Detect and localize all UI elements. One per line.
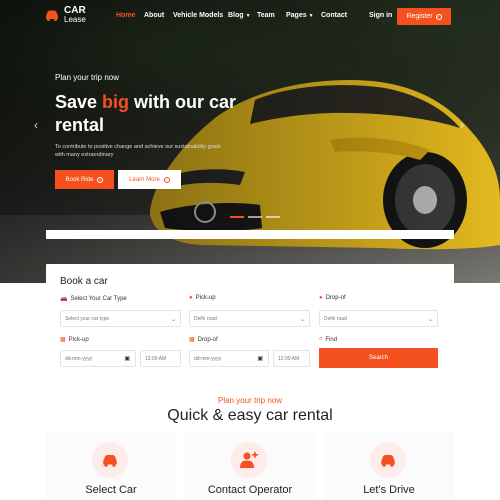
calendar-icon: ▦ (189, 337, 195, 343)
hero-section: CAR Lease Home About Vehicle Models Blog… (0, 0, 500, 283)
slider-dot[interactable] (248, 216, 262, 218)
chevron-down-icon: ▼ (245, 13, 251, 19)
hero-eyebrow: Plan your trip now (55, 73, 120, 82)
slider-next-icon[interactable]: › (460, 118, 464, 132)
book-ride-button[interactable]: Book Ride ✓ (55, 170, 114, 189)
feature-title: Select Car (85, 484, 137, 496)
search-icon: ⌕ (319, 336, 323, 342)
signin-link[interactable]: Sign in (369, 12, 392, 19)
nav-team[interactable]: Team (257, 12, 275, 19)
dropoff-time-input[interactable]: 12:00 AM (273, 350, 310, 367)
pickup-time-input[interactable]: 12:00 AM (140, 350, 181, 367)
hero-divider-bar (46, 230, 454, 239)
booking-card: Book a car 🚗 Select Your Car Type Select … (46, 264, 454, 384)
chevron-down-icon: ⌄ (299, 317, 305, 323)
feature-title: Let's Drive (363, 484, 415, 496)
logo-text: CAR (64, 5, 86, 16)
nav-home[interactable]: Home (116, 12, 135, 19)
calendar-icon: ▣ (257, 356, 263, 362)
slider-dot[interactable] (266, 216, 280, 218)
search-button[interactable]: Search (319, 348, 438, 368)
car-logo-icon (46, 10, 58, 21)
nav-vehicle-models[interactable]: Vehicle Models (173, 12, 223, 19)
calendar-icon: ▣ (124, 356, 130, 362)
car-icon: 🚗 (60, 296, 68, 302)
pickup-location-select[interactable]: Delhi road ⌄ (189, 310, 310, 327)
slider-prev-icon[interactable]: ‹ (34, 118, 38, 132)
slider-dot[interactable] (230, 216, 244, 218)
feature-card-lets-drive: Let's Drive (324, 432, 454, 500)
logo-subtext: Lease (64, 15, 86, 24)
learn-more-button[interactable]: Learn More ✓ (118, 170, 181, 189)
check-circle-icon: ✓ (97, 176, 104, 183)
pickup-date-input[interactable]: dd-mm-yyyy ▣ (60, 350, 136, 367)
car-type-select[interactable]: Select your car type ⌄ (60, 310, 181, 327)
hero-subtext: To contribute to positive change and ach… (55, 144, 221, 158)
section-eyebrow: Plan your trip now (217, 396, 283, 405)
feature-card-contact-operator: Contact Operator (185, 432, 315, 500)
top-nav: CAR Lease Home About Vehicle Models Blog… (0, 0, 500, 32)
nav-contact[interactable]: Contact (321, 12, 347, 19)
nav-about[interactable]: About (144, 12, 164, 19)
register-button[interactable]: Register ✓ (397, 8, 451, 25)
section-title: Quick & easy car rental (167, 407, 333, 424)
calendar-icon: ▦ (60, 337, 66, 343)
chevron-down-icon: ⌄ (427, 317, 433, 323)
booking-title: Book a car (60, 276, 108, 287)
logo[interactable]: CAR Lease (44, 6, 86, 24)
hero-headline: Save big with our car rental (55, 92, 237, 135)
location-pin-icon: ● (189, 295, 193, 301)
car-icon (381, 454, 395, 467)
check-circle-icon: ✓ (435, 13, 442, 20)
nav-pages[interactable]: Pages ▼ (286, 12, 314, 19)
dropoff-date-input[interactable]: dd-mm-yyyy ▣ (189, 350, 269, 367)
dropoff-location-select[interactable]: Delhi road ⌄ (319, 310, 438, 327)
car-icon (103, 454, 117, 467)
location-pin-icon: ● (319, 295, 323, 301)
feature-title: Contact Operator (207, 484, 293, 496)
nav-blog[interactable]: Blog ▼ (228, 12, 251, 19)
chevron-down-icon: ▼ (308, 13, 314, 19)
operator-icon (240, 452, 258, 468)
check-circle-icon: ✓ (163, 176, 170, 183)
feature-card-select-car: Select Car (46, 432, 176, 500)
slider-indicators (230, 216, 280, 218)
chevron-down-icon: ⌄ (170, 317, 176, 323)
